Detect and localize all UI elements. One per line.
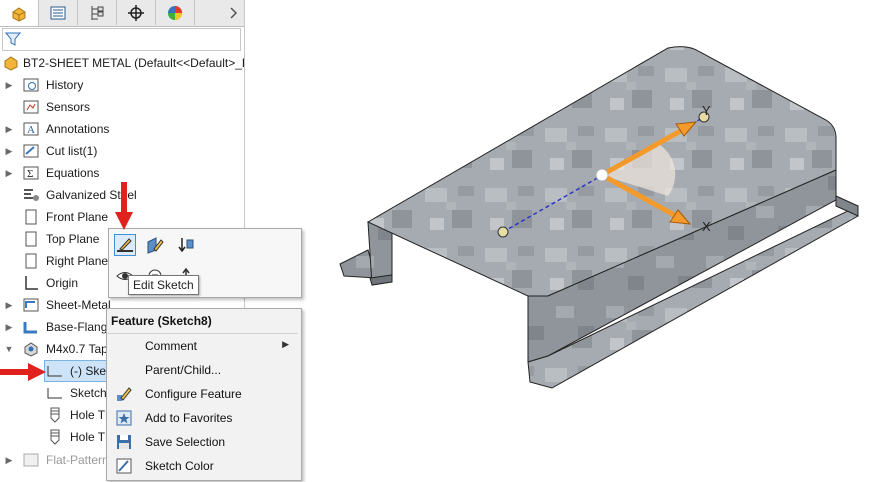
- svg-text:Σ: Σ: [27, 168, 33, 180]
- sheet-metal-model: [339, 46, 859, 389]
- cut-list-icon: [23, 144, 39, 158]
- red-arrow-down-icon: [115, 182, 133, 230]
- menu-item-label: Parent/Child...: [145, 363, 222, 377]
- plane-icon: [25, 231, 37, 247]
- collapse-arrow-icon[interactable]: ▼: [4, 344, 14, 354]
- tree-root-row[interactable]: BT2-SHEET METAL (Default<<Default>_D: [0, 52, 244, 74]
- axis-x-label: X: [702, 219, 711, 234]
- configuration-manager-icon: [91, 5, 104, 20]
- panel-tab-bar: [0, 0, 244, 27]
- sheet-metal-icon: [23, 298, 39, 312]
- configure-feature-icon: [117, 387, 132, 401]
- plane-icon: [25, 209, 37, 225]
- menu-item-label: Add to Favorites: [145, 411, 233, 425]
- svg-text:A: A: [27, 124, 35, 136]
- filter-icon: [5, 32, 21, 46]
- rollback-button[interactable]: [175, 234, 197, 256]
- menu-item-comment[interactable]: Comment ▶: [107, 334, 299, 358]
- origin-icon: [25, 276, 38, 290]
- dimxpert-icon: [128, 4, 144, 21]
- edit-sketch-tooltip: Edit Sketch: [128, 275, 199, 295]
- save-selection-icon: [117, 435, 131, 449]
- edit-sketch-icon: [117, 238, 133, 252]
- material-icon: [24, 189, 39, 201]
- expand-arrow-icon[interactable]: ▶: [4, 322, 14, 332]
- menu-item-save-selection[interactable]: Save Selection: [107, 430, 299, 454]
- tree-root-label: BT2-SHEET METAL (Default<<Default>_D: [23, 56, 245, 70]
- expand-arrow-icon[interactable]: ▶: [4, 124, 14, 134]
- annotations-icon: A: [23, 122, 39, 136]
- tree-item-annotations[interactable]: ▶ A Annotations: [0, 118, 244, 140]
- context-menu: Feature (Sketch8) Comment ▶ Parent/Child…: [106, 308, 302, 481]
- expand-arrow-icon[interactable]: ▶: [4, 80, 14, 90]
- tree-item-label: M4x0.7 Tap: [46, 342, 108, 356]
- tree-item-label: Front Plane: [46, 210, 109, 224]
- menu-item-label: Comment: [145, 339, 198, 353]
- property-manager-icon: [50, 6, 66, 19]
- menu-item-label: Save Selection: [145, 435, 226, 449]
- configurationmanager-tab[interactable]: [78, 0, 117, 25]
- tree-item-label: Base-Flange: [46, 320, 115, 334]
- plane-icon: [25, 253, 37, 269]
- tree-item-cut-list[interactable]: ▶ Cut list(1): [0, 140, 244, 162]
- hole-wizard-icon: [24, 342, 38, 357]
- flat-pattern-icon: [23, 453, 39, 467]
- tree-item-label: Flat-Pattern: [46, 453, 109, 467]
- equations-icon: Σ: [23, 166, 39, 180]
- tree-item-label: Top Plane: [46, 232, 100, 246]
- featuremanager-tab[interactable]: [0, 0, 39, 26]
- tree-item-label: History: [46, 78, 84, 92]
- menu-item-label: Configure Feature: [145, 387, 242, 401]
- display-manager-tab[interactable]: [156, 0, 195, 25]
- expand-arrow-icon[interactable]: ▶: [4, 168, 14, 178]
- tree-item-label: Sensors: [46, 100, 91, 114]
- edit-feature-icon: [147, 237, 164, 254]
- expand-arrow-icon[interactable]: ▶: [4, 146, 14, 156]
- tree-item-label: Annotations: [46, 122, 110, 136]
- add-to-favorites-icon: [116, 410, 132, 426]
- tree-item-label: Equations: [46, 166, 100, 180]
- sketch-icon: [47, 366, 62, 377]
- graphics-area[interactable]: Y X: [245, 0, 882, 479]
- menu-item-sketch-color[interactable]: Sketch Color: [107, 454, 299, 478]
- sketch-color-icon: [116, 458, 132, 474]
- edit-sketch-button[interactable]: [114, 234, 136, 256]
- cosmetic-thread-icon: [50, 407, 60, 423]
- sketch-icon: [47, 388, 62, 399]
- menu-item-label: Sketch Color: [145, 459, 214, 473]
- cosmetic-thread-icon: [50, 429, 60, 445]
- history-folder-icon: [23, 78, 39, 92]
- chevron-right-icon[interactable]: [222, 0, 244, 25]
- tree-item-label: Sheet-Metal: [46, 298, 111, 312]
- red-arrow-right-icon: [0, 363, 46, 381]
- tree-item-label: Cut list(1): [46, 144, 98, 158]
- tree-item-label: Right Plane: [46, 254, 109, 268]
- part-icon: [4, 56, 18, 71]
- display-manager-icon: [168, 5, 182, 20]
- tree-item-sensors[interactable]: Sensors: [0, 96, 244, 118]
- tree-item-label: Origin: [46, 276, 79, 290]
- context-menu-title: Feature (Sketch8): [111, 314, 212, 328]
- propertymanager-tab[interactable]: [39, 0, 78, 25]
- tree-filter-input[interactable]: [2, 28, 241, 51]
- dimxpert-tab[interactable]: [117, 0, 156, 25]
- expand-arrow-icon[interactable]: ▶: [4, 455, 14, 465]
- axis-y-label: Y: [702, 103, 711, 118]
- sensors-icon: [23, 100, 39, 114]
- tree-item-history[interactable]: ▶ History: [0, 74, 244, 96]
- edit-feature-button[interactable]: [144, 234, 166, 256]
- menu-item-add-to-favorites[interactable]: Add to Favorites: [107, 406, 299, 430]
- rollback-icon: [178, 238, 194, 253]
- expand-arrow-icon[interactable]: ▶: [4, 300, 14, 310]
- tree-item-equations[interactable]: ▶ Σ Equations: [0, 162, 244, 184]
- submenu-arrow-icon: ▶: [282, 339, 289, 349]
- menu-item-configure-feature[interactable]: Configure Feature: [107, 382, 299, 406]
- menu-item-parent-child[interactable]: Parent/Child...: [107, 358, 299, 382]
- part-icon: [12, 7, 26, 22]
- base-flange-icon: [23, 322, 37, 334]
